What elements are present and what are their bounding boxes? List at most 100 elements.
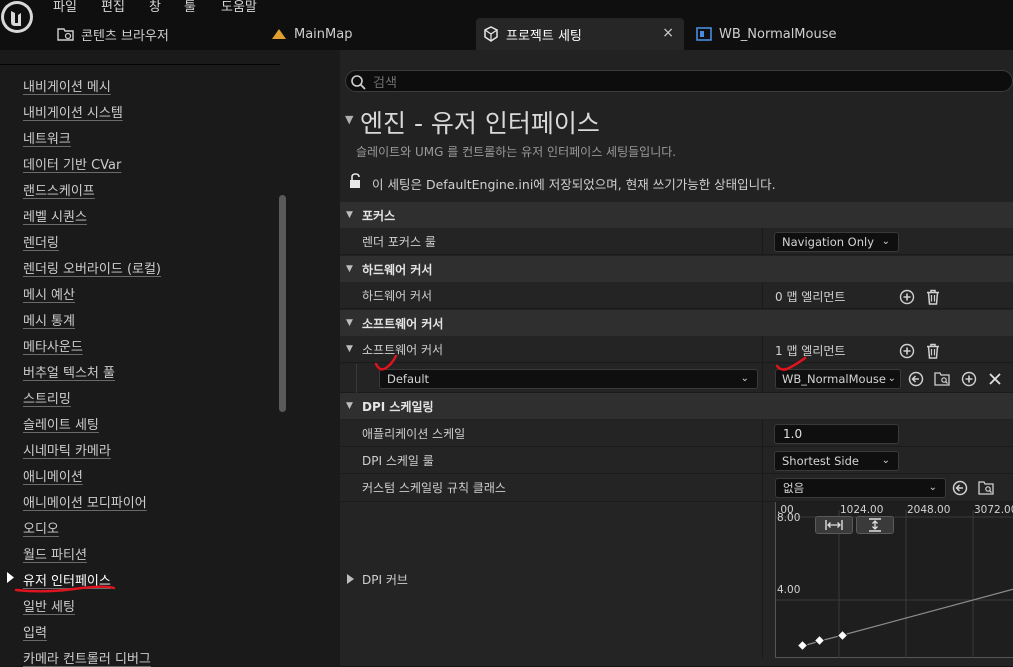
section-hardware-cursor[interactable]: ▼ 하드웨어 커서 xyxy=(340,256,1013,282)
tab-project-settings[interactable]: 프로젝트 세팅 × xyxy=(476,18,684,50)
remove-element-icon[interactable] xyxy=(987,371,1003,387)
use-selected-asset-icon[interactable] xyxy=(908,371,924,387)
tab-content-browser[interactable]: 콘텐츠 브라우저 xyxy=(57,18,257,50)
section-software-cursor[interactable]: ▼ 소프트웨어 커서 xyxy=(340,310,1013,336)
tab-label: 콘텐츠 브라우저 xyxy=(81,28,169,44)
collapse-caret-icon[interactable]: ▼ xyxy=(346,344,353,354)
browse-asset-icon[interactable] xyxy=(934,371,950,387)
collapse-caret-icon: ▼ xyxy=(346,318,353,328)
dropdown-value: Default xyxy=(387,372,430,386)
sidebar-item-camera-controller-debug[interactable]: 카메라 컨트롤러 디버그 xyxy=(23,648,151,667)
section-title: 하드웨어 커서 xyxy=(362,262,433,277)
column-splitter xyxy=(762,474,763,502)
row-label: 커스텀 스케일링 규칙 클래스 xyxy=(362,481,506,495)
dpi-curve-editor[interactable] xyxy=(775,502,1013,658)
custom-scaling-class-dropdown[interactable]: 없음 ⌄ xyxy=(775,478,946,498)
sidebar-item-cinematic-camera[interactable]: 시네마틱 카메라 xyxy=(23,440,111,459)
sidebar-item-world-partition[interactable]: 월드 파티션 xyxy=(23,544,87,563)
red-underline-annotation xyxy=(14,585,116,593)
dropdown-value: 없음 xyxy=(783,481,805,495)
section-dpi-scaling[interactable]: ▼ DPI 스케일링 xyxy=(340,393,1013,419)
use-selected-asset-icon[interactable] xyxy=(952,480,968,496)
sidebar-item-metasound[interactable]: 메타사운드 xyxy=(23,336,83,355)
column-splitter xyxy=(762,502,763,658)
sidebar-item-animation-modifier[interactable]: 애니메이션 모디파이어 xyxy=(23,492,147,511)
add-element-icon[interactable] xyxy=(899,289,915,305)
sidebar-item-slate-settings[interactable]: 슬레이트 세팅 xyxy=(23,414,99,433)
section-title: 소프트웨어 커서 xyxy=(362,316,444,331)
row-render-focus-rule: 렌더 포커스 룰 xyxy=(340,228,1013,255)
level-icon xyxy=(270,25,288,43)
sidebar-scrollbar[interactable] xyxy=(279,195,286,412)
collapse-caret-icon: ▼ xyxy=(346,264,353,274)
section-focus[interactable]: ▼ 포커스 xyxy=(340,202,1013,228)
tab-wb-normalmouse[interactable]: WB_NormalMouse xyxy=(695,18,895,50)
sidebar-item-general-settings[interactable]: 일반 세팅 xyxy=(23,596,75,615)
fit-horizontal-button[interactable] xyxy=(815,516,853,534)
trash-icon[interactable] xyxy=(925,343,941,359)
sidebar-item-data-cvar[interactable]: 데이터 기반 CVar xyxy=(23,154,121,173)
collapse-caret-icon[interactable]: ▼ xyxy=(345,113,353,126)
cursor-key-dropdown[interactable]: Default ⌄ xyxy=(379,369,758,389)
row-application-scale: 애플리케이션 스케일 xyxy=(340,420,1013,447)
tab-label: WB_NormalMouse xyxy=(719,26,837,42)
collapse-caret-icon: ▼ xyxy=(346,210,353,220)
trash-icon[interactable] xyxy=(925,289,941,305)
project-settings-icon xyxy=(482,25,500,43)
dropdown-value: Shortest Side xyxy=(782,454,859,468)
tab-mainmap[interactable]: MainMap xyxy=(270,18,450,50)
close-icon[interactable]: × xyxy=(662,25,674,41)
sidebar-item-mesh-budget[interactable]: 메시 예산 xyxy=(23,284,75,303)
row-partial xyxy=(340,658,1013,666)
dpi-scale-rule-dropdown[interactable]: Shortest Side ⌄ xyxy=(774,451,899,471)
collapse-caret-icon: ▼ xyxy=(346,401,353,411)
dropdown-value: Navigation Only xyxy=(782,235,875,249)
widget-blueprint-icon xyxy=(695,25,713,43)
search-input[interactable] xyxy=(345,70,1013,92)
menu-window[interactable]: 창 xyxy=(149,0,161,15)
browse-asset-icon[interactable] xyxy=(978,480,994,496)
render-focus-rule-dropdown[interactable]: Navigation Only ⌄ xyxy=(774,232,899,252)
dropdown-value: WB_NormalMouse xyxy=(782,372,886,386)
config-file-note: 이 세팅은 DefaultEngine.ini에 저장되었으며, 현재 쓰기가능… xyxy=(372,177,776,192)
sidebar-item-virtual-texture-pool[interactable]: 버추얼 텍스처 풀 xyxy=(23,362,115,381)
chevron-down-icon: ⌄ xyxy=(740,373,749,384)
sidebar-item-landscape[interactable]: 랜드스케이프 xyxy=(23,180,95,199)
menu-help[interactable]: 도움말 xyxy=(221,0,257,15)
column-splitter xyxy=(762,447,763,474)
unreal-logo-icon[interactable] xyxy=(0,0,38,38)
sidebar-item-nav-system[interactable]: 내비게이션 시스템 xyxy=(23,102,123,121)
sidebar-item-mesh-stats[interactable]: 메시 통계 xyxy=(23,310,75,329)
application-scale-input[interactable]: 1.0 xyxy=(774,424,899,444)
sidebar-item-input[interactable]: 입력 xyxy=(23,622,47,641)
sidebar-divider xyxy=(0,64,280,65)
chevron-down-icon: ⌄ xyxy=(881,455,890,466)
fit-horizontal-icon xyxy=(825,520,843,530)
curve-x-tick: 2048.00 xyxy=(907,504,951,516)
sidebar-item-animation[interactable]: 애니메이션 xyxy=(23,466,83,485)
search-placeholder: 검색 xyxy=(373,76,397,91)
tree-guide-line xyxy=(356,364,357,393)
sidebar-item-audio[interactable]: 오디오 xyxy=(23,518,59,537)
section-title: DPI 스케일링 xyxy=(362,399,434,414)
sidebar-item-rendering-override[interactable]: 렌더링 오버라이드 (로컬) xyxy=(23,258,161,277)
sidebar-item-streaming[interactable]: 스트리밍 xyxy=(23,388,71,407)
sidebar-item-network[interactable]: 네트워크 xyxy=(23,128,71,147)
add-element-icon[interactable] xyxy=(899,343,915,359)
sidebar-item-rendering[interactable]: 렌더링 xyxy=(23,232,59,251)
panel-splitter[interactable] xyxy=(300,50,341,666)
menu-edit[interactable]: 편집 xyxy=(101,0,125,15)
expand-caret-icon[interactable] xyxy=(347,573,354,587)
column-splitter xyxy=(762,282,763,309)
menu-file[interactable]: 파일 xyxy=(53,0,77,15)
column-splitter xyxy=(762,420,763,447)
content-browser-icon xyxy=(57,25,75,43)
red-check-annotation xyxy=(775,356,807,371)
unlock-icon[interactable] xyxy=(349,173,363,192)
fit-vertical-button[interactable] xyxy=(856,516,894,534)
menu-tools[interactable]: 툴 xyxy=(184,0,196,15)
sidebar-item-level-sequence[interactable]: 레벨 시퀀스 xyxy=(23,206,87,225)
sidebar-item-nav-mesh[interactable]: 내비게이션 메시 xyxy=(23,76,111,95)
chevron-down-icon: ⌄ xyxy=(887,373,896,384)
insert-element-icon[interactable] xyxy=(961,371,977,387)
